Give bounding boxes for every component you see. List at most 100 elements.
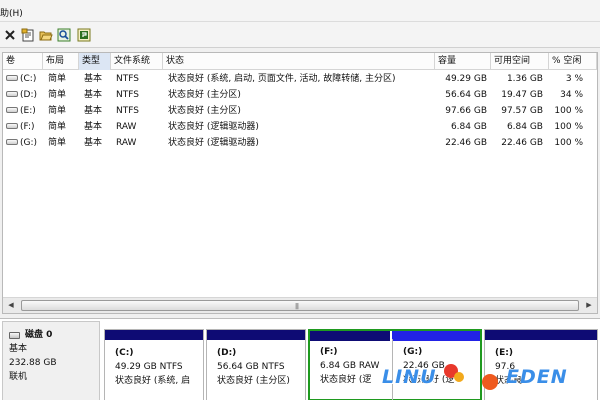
cell-free-space: 19.47 GB [501,90,543,100]
cell-layout: 简单 [48,90,67,100]
cell-type: 基本 [84,90,103,100]
cell-capacity: 97.66 GB [445,106,487,116]
table-row[interactable]: (E:) 简单 基本 NTFS 状态良好 (主分区) 97.66 GB 97.5… [3,103,597,119]
disk-size: 232.88 GB [9,358,57,368]
drive-icon [6,106,18,113]
penguin-icon-accent [454,372,464,382]
disk-icon [9,331,20,339]
volume-list: 卷 布局 类型 文件系统 状态 容量 可用空间 % 空闲 (C:) 简单 基本 … [2,52,598,314]
col-layout[interactable]: 布局 [43,53,79,70]
partition-c[interactable]: (C:) 49.29 GB NTFS 状态良好 (系统, 启 [104,329,204,400]
partition-f[interactable]: (F:) 6.84 GB RAW 状态良好 (逻 [310,339,388,400]
cell-layout: 简单 [48,74,67,84]
cell-type: 基本 [84,74,103,84]
cell-status: 状态良好 (逻辑驱动器) [168,122,259,132]
cell-layout: 简单 [48,106,67,116]
cell-percent-free: 3 % [565,74,583,84]
drive-icon [6,74,18,81]
disk-name: 磁盘 0 [25,330,53,340]
cell-layout: 简单 [48,122,67,132]
cell-capacity: 49.29 GB [445,74,487,84]
cell-type: 基本 [84,122,103,132]
partition-d[interactable]: (D:) 56.64 GB NTFS 状态良好 (主分区) [206,329,306,400]
cell-status: 状态良好 (逻辑驱动器) [168,138,259,148]
drive-icon [6,138,18,145]
partition-bar [105,330,203,340]
cell-free-space: 6.84 GB [506,122,543,132]
cell-type: 基本 [84,106,103,116]
partition-bar [207,330,305,340]
drive-icon [6,90,18,97]
grip-icon: ||| [295,303,299,310]
col-volume[interactable]: 卷 [3,53,43,70]
cell-filesystem: RAW [116,138,137,148]
cell-filesystem: NTFS [116,74,139,84]
watermark-logo: LINU EDEN [382,360,596,396]
cell-layout: 简单 [48,138,67,148]
partition-status: 状态良好 (主分区) [217,376,290,386]
cell-free-space: 97.57 GB [501,106,543,116]
cell-volume: (G:) [3,135,45,151]
partition-size: 56.64 GB NTFS [217,362,285,372]
col-free-space[interactable]: 可用空间 [491,53,549,70]
horizontal-scrollbar[interactable]: ◀ ||| ▶ [3,297,597,313]
cell-capacity: 6.84 GB [450,122,487,132]
table-row[interactable]: (D:) 简单 基本 NTFS 状态良好 (主分区) 56.64 GB 19.4… [3,87,597,103]
table-row[interactable]: (C:) 简单 基本 NTFS 状态良好 (系统, 启动, 页面文件, 活动, … [3,71,597,87]
col-capacity[interactable]: 容量 [435,53,491,70]
search-icon[interactable] [56,27,72,43]
partition-bar [485,330,597,340]
cell-percent-free: 100 % [554,122,583,132]
scroll-right-icon[interactable]: ▶ [581,298,597,313]
properties-icon[interactable] [20,27,36,43]
close-icon[interactable] [2,27,18,43]
cell-filesystem: NTFS [116,90,139,100]
disk-type: 基本 [9,344,28,354]
open-folder-icon[interactable] [38,27,54,43]
cell-filesystem: RAW [116,122,137,132]
partition-letter: (E:) [495,348,513,358]
partition-letter: (G:) [403,347,423,357]
partition-letter: (C:) [115,348,134,358]
cell-capacity: 22.46 GB [445,138,487,148]
cell-volume: (D:) [3,87,45,103]
partition-size: 6.84 GB RAW [320,361,380,371]
cell-free-space: 1.36 GB [506,74,543,84]
watermark-text-left: LINU [382,366,437,388]
cell-status: 状态良好 (系统, 启动, 页面文件, 活动, 故障转储, 主分区) [168,74,396,84]
col-percent-free[interactable]: % 空闲 [549,53,597,70]
cell-percent-free: 34 % [560,90,583,100]
cell-percent-free: 100 % [554,138,583,148]
cell-volume: (E:) [3,103,45,119]
dot-icon [482,374,498,390]
partition-size: 49.29 GB NTFS [115,362,183,372]
col-filesystem[interactable]: 文件系统 [111,53,163,70]
cell-filesystem: NTFS [116,106,139,116]
help-icon[interactable] [76,27,92,43]
table-row[interactable]: (F:) 简单 基本 RAW 状态良好 (逻辑驱动器) 6.84 GB 6.84… [3,119,597,135]
watermark-text-right: EDEN [506,366,568,388]
table-row[interactable]: (G:) 简单 基本 RAW 状态良好 (逻辑驱动器) 22.46 GB 22.… [3,135,597,151]
cell-volume: (F:) [3,119,45,135]
scroll-left-icon[interactable]: ◀ [3,298,19,313]
cell-volume: (C:) [3,71,45,87]
menu-bar: 助(H) [0,0,600,22]
cell-capacity: 56.64 GB [445,90,487,100]
partition-letter: (F:) [320,347,338,357]
menu-help[interactable]: 助(H) [0,6,23,19]
partition-letter: (D:) [217,348,237,358]
cell-percent-free: 100 % [554,106,583,116]
cell-status: 状态良好 (主分区) [168,90,241,100]
col-status[interactable]: 状态 [163,53,435,70]
cell-status: 状态良好 (主分区) [168,106,241,116]
disk-info[interactable]: 磁盘 0 基本 232.88 GB 联机 [2,321,100,400]
cell-type: 基本 [84,138,103,148]
drive-icon [6,122,18,129]
partition-status: 状态良好 (逻 [320,375,372,385]
disk-state: 联机 [9,372,28,382]
cell-free-space: 22.46 GB [501,138,543,148]
col-type[interactable]: 类型 [79,53,111,70]
scrollbar-thumb[interactable]: ||| [21,300,579,311]
partition-status: 状态良好 (系统, 启 [115,376,191,386]
volume-list-header: 卷 布局 类型 文件系统 状态 容量 可用空间 % 空闲 [3,53,597,70]
